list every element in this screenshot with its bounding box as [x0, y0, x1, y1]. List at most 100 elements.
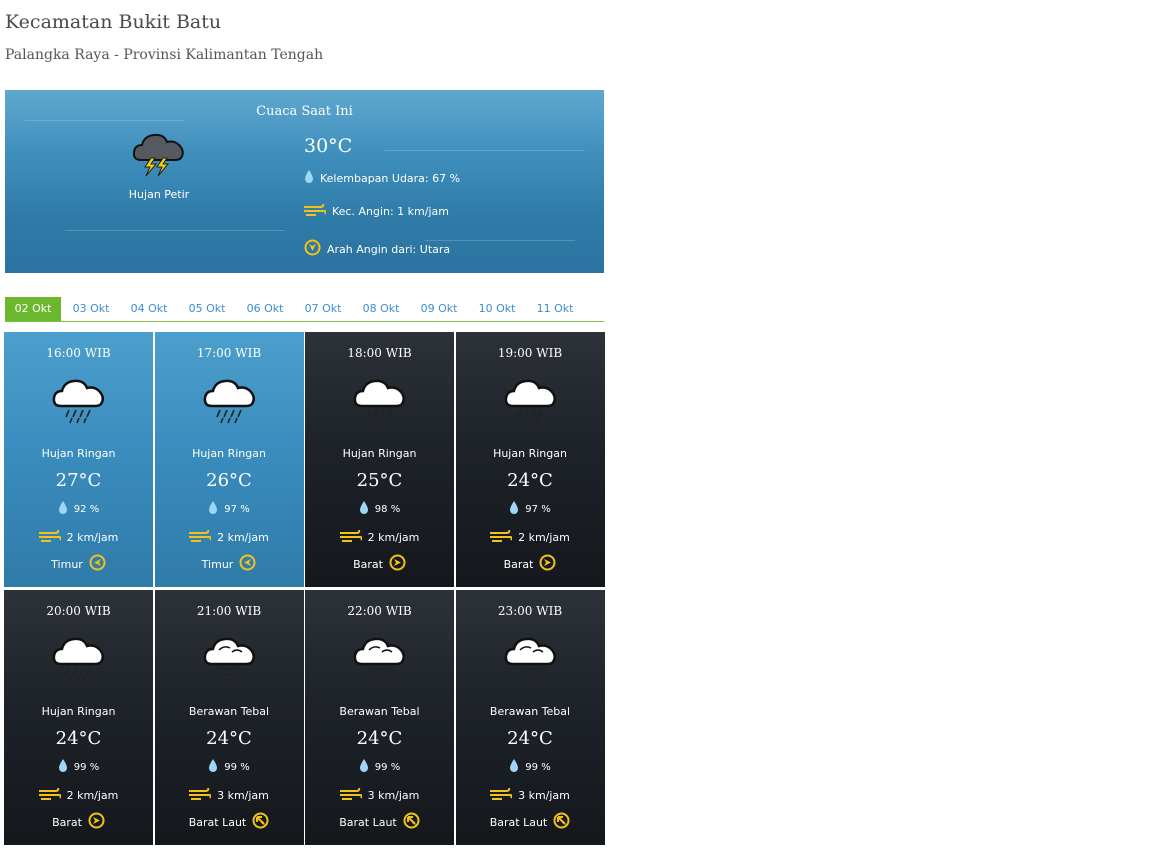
forecast-humidity: 99 %: [4, 759, 153, 776]
forecast-humidity-value: 97 %: [525, 504, 551, 515]
forecast-humidity: 99 %: [305, 759, 454, 776]
tab-11-okt[interactable]: 11 Okt: [527, 297, 583, 321]
current-wind-text: Kec. Angin: 1 km/jam: [332, 205, 449, 218]
wind-icon: [38, 529, 67, 545]
thunderstorm-cloud-icon: [131, 130, 187, 177]
forecast-wind: 3 km/jam: [456, 787, 605, 803]
location-subtitle: Palangka Raya - Provinsi Kalimantan Teng…: [5, 47, 324, 63]
wind-direction-icon: [533, 554, 556, 574]
forecast-time: 21:00 WIB: [196, 604, 262, 618]
forecast-direction: Timur: [4, 554, 153, 574]
wind-icon: [189, 529, 217, 545]
forecast-temperature: 25°C: [356, 470, 403, 491]
forecast-condition: Berawan Tebal: [339, 705, 420, 718]
forecast-humidity: 99 %: [456, 759, 605, 776]
forecast-wind-value: 2 km/jam: [518, 531, 570, 544]
forecast-condition: Hujan Ringan: [192, 447, 266, 460]
forecast-humidity-value: 92 %: [73, 504, 100, 515]
light-rain-icon: [503, 376, 559, 426]
humidity-drop-icon: [509, 501, 525, 518]
forecast-wind-value: 2 km/jam: [367, 531, 420, 544]
wind-icon: [339, 529, 368, 545]
tab-09-okt[interactable]: 09 Okt: [411, 297, 467, 321]
wind-direction-icon: [246, 812, 269, 832]
forecast-temperature: 24°C: [55, 728, 102, 749]
forecast-temperature: 26°C: [206, 470, 252, 491]
forecast-direction-value: Barat Laut: [489, 815, 548, 829]
tab-07-okt[interactable]: 07 Okt: [295, 297, 351, 321]
forecast-wind-value: 2 km/jam: [66, 531, 119, 544]
date-tabs: 02 Okt 03 Okt 04 Okt 05 Okt 06 Okt 07 Okt 08 O…: [5, 297, 604, 322]
forecast-direction-value: Barat Laut: [339, 815, 397, 829]
forecast-direction: Barat: [456, 554, 605, 574]
tab-03-okt[interactable]: 03 Okt: [63, 297, 119, 321]
forecast-condition: Hujan Ringan: [493, 447, 567, 460]
wind-icon: [490, 787, 518, 803]
tab-08-okt[interactable]: 08 Okt: [353, 297, 409, 321]
forecast-time: 17:00 WIB: [196, 346, 262, 360]
wind-direction-icon: [547, 812, 570, 832]
forecast-condition: Berawan Tebal: [489, 705, 571, 718]
forecast-humidity-value: 99 %: [525, 762, 551, 773]
tab-02-okt[interactable]: 02 Okt: [5, 297, 61, 321]
forecast-wind-value: 2 km/jam: [66, 789, 119, 802]
forecast-direction-value: Timur: [51, 557, 83, 571]
wind-direction-icon: [233, 554, 256, 574]
wind-icon: [189, 787, 217, 803]
forecast-card: 18:00 WIB Hujan Ringan 25°C 98 % 2 km/jam Bar…: [305, 332, 454, 587]
forecast-humidity: 97 %: [456, 501, 605, 518]
forecast-time: 20:00 WIB: [46, 604, 111, 618]
humidity-drop-icon: [359, 759, 375, 776]
current-humidity-row: Kelembapan Udara: 67 %: [304, 170, 460, 187]
current-direction-text: Arah Angin dari: Utara: [327, 242, 451, 256]
forecast-card: 19:00 WIB Hujan Ringan 24°C 97 % 2 km/jam Bar…: [455, 332, 605, 587]
light-rain-icon: [51, 376, 107, 426]
current-weather-panel: Cuaca Saat Ini Hujan Petir 30°C Kelembap…: [5, 90, 604, 273]
tab-05-okt[interactable]: 05 Okt: [179, 297, 235, 321]
forecast-card: 20:00 WIB Hujan Ringan 24°C 99 % 2 km/jam Bar…: [4, 590, 153, 845]
wind-icon: [339, 787, 368, 803]
tab-10-okt[interactable]: 10 Okt: [469, 297, 525, 321]
forecast-time: 22:00 WIB: [347, 604, 412, 618]
forecast-card: 16:00 WIB Hujan Ringan 27°C 92 % 2 km/jam Tim…: [4, 332, 153, 587]
forecast-wind: 2 km/jam: [4, 787, 153, 803]
forecast-condition: Berawan Tebal: [188, 705, 270, 718]
forecast-temperature: 24°C: [206, 728, 252, 749]
wind-icon: [38, 787, 67, 803]
forecast-time: 16:00 WIB: [46, 346, 111, 360]
overcast-cloud-icon: [352, 634, 408, 684]
current-temperature: 30°C: [304, 135, 353, 157]
forecast-time: 18:00 WIB: [347, 346, 412, 360]
tab-04-okt[interactable]: 04 Okt: [121, 297, 177, 321]
forecast-direction-value: Barat: [353, 557, 383, 571]
humidity-drop-icon: [359, 501, 375, 518]
humidity-drop-icon: [208, 501, 224, 518]
forecast-temperature: 27°C: [55, 470, 102, 491]
forecast-direction: Barat Laut: [456, 812, 605, 832]
forecast-condition: Hujan Ringan: [41, 705, 116, 718]
current-weather-heading: Cuaca Saat Ini: [256, 104, 353, 119]
forecast-humidity-value: 99 %: [73, 762, 100, 773]
forecast-wind: 3 km/jam: [155, 787, 304, 803]
forecast-humidity-value: 97 %: [224, 504, 250, 515]
humidity-drop-icon: [208, 759, 224, 776]
forecast-card: 21:00 WIB Berawan Tebal 24°C 99 % 3 km/jam Ba…: [154, 590, 304, 845]
forecast-direction: Barat: [4, 812, 153, 832]
humidity-drop-icon: [58, 759, 74, 776]
forecast-humidity: 98 %: [305, 501, 454, 518]
forecast-wind: 3 km/jam: [305, 787, 454, 803]
wind-icon: [490, 529, 518, 545]
forecast-humidity: 97 %: [155, 501, 304, 518]
forecast-wind-value: 3 km/jam: [518, 789, 570, 802]
forecast-humidity-value: 98 %: [374, 504, 401, 515]
forecast-direction: Barat: [305, 554, 454, 574]
current-direction-row: Arah Angin dari: Utara: [304, 239, 450, 259]
wind-direction-icon: [82, 812, 105, 832]
tab-06-okt[interactable]: 06 Okt: [237, 297, 293, 321]
overcast-cloud-icon: [202, 634, 258, 684]
forecast-humidity-value: 99 %: [224, 762, 250, 773]
wind-icon: [304, 203, 327, 219]
overcast-cloud-icon: [503, 634, 559, 684]
forecast-temperature: 24°C: [356, 728, 403, 749]
forecast-card: 23:00 WIB Berawan Tebal 24°C 99 % 3 km/jam Ba…: [455, 590, 605, 845]
